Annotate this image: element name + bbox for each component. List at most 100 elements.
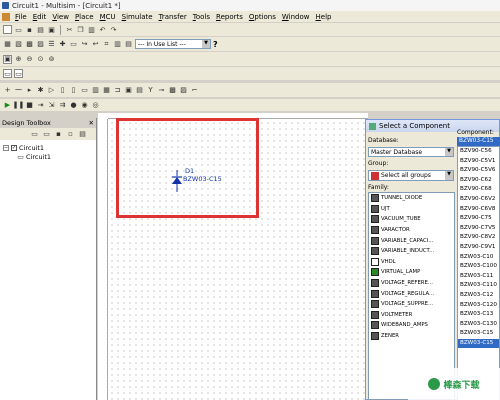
- component-item[interactable]: BZW03-C10: [458, 253, 499, 263]
- component-item[interactable]: BZV90-C5V6: [458, 166, 499, 176]
- component-item[interactable]: BZW03-C13: [458, 310, 499, 320]
- chevron-down-icon[interactable]: ▼: [202, 40, 210, 48]
- pause-icon[interactable]: ❚❚: [13, 101, 25, 110]
- menu-place[interactable]: Place: [72, 13, 97, 21]
- graph-icon[interactable]: ▨: [36, 40, 45, 49]
- menu-window[interactable]: Window: [279, 13, 313, 21]
- tree-item-root[interactable]: − ✓ Circuit1: [3, 143, 93, 152]
- family-item[interactable]: VARIABLE_INDUCT...: [369, 246, 454, 257]
- step-over-icon[interactable]: ⇉: [58, 101, 67, 110]
- menu-mcu[interactable]: MCU: [97, 13, 119, 21]
- postprocessor-icon[interactable]: ✚: [58, 40, 67, 49]
- component-item[interactable]: BZV90-C5V1: [458, 157, 499, 167]
- family-item[interactable]: VHDL: [369, 257, 454, 268]
- group-select[interactable]: Select all groups ▼: [368, 170, 454, 181]
- menu-options[interactable]: Options: [246, 13, 279, 21]
- grid-icon[interactable]: ▦: [3, 40, 12, 49]
- component-search-input[interactable]: BZW03-C15: [457, 137, 500, 146]
- diode-icon[interactable]: ▸: [25, 86, 34, 95]
- component-item[interactable]: BZV90-C6V8: [458, 205, 499, 215]
- family-item[interactable]: VOLTMETER: [369, 310, 454, 321]
- close-icon[interactable]: ✕: [89, 119, 94, 127]
- menu-help[interactable]: Help: [313, 13, 335, 21]
- chevron-down-icon[interactable]: ▼: [445, 171, 453, 180]
- save-icon[interactable]: ▪: [25, 25, 34, 34]
- zoom-fit-icon[interactable]: ▣: [3, 54, 12, 64]
- properties-icon[interactable]: ▤: [78, 130, 87, 139]
- component-item-selected[interactable]: BZW03-C15: [458, 338, 499, 349]
- list-icon[interactable]: ☰: [47, 40, 56, 49]
- open-folder-icon[interactable]: ▭: [14, 25, 23, 34]
- run-icon[interactable]: ▶: [3, 101, 12, 110]
- remove-breakpoints-icon[interactable]: ◎: [91, 101, 100, 110]
- zoom-full-icon[interactable]: ⊚: [47, 55, 56, 64]
- component-item[interactable]: BZW03-C120: [458, 301, 499, 311]
- checkbox-icon[interactable]: ✓: [11, 144, 17, 151]
- component-item[interactable]: BZW03-C12: [458, 291, 499, 301]
- menu-edit[interactable]: Edit: [30, 13, 50, 21]
- family-item[interactable]: VIRTUAL_LAMP: [369, 267, 454, 278]
- help-icon[interactable]: ?: [213, 40, 218, 49]
- component-item[interactable]: BZV90-C9V1: [458, 243, 499, 253]
- component-item[interactable]: BZV90-C7V5: [458, 224, 499, 234]
- family-item[interactable]: VOLTAGE_SUPPRE...: [369, 299, 454, 310]
- hierarchical-block-icon[interactable]: ▨: [179, 86, 188, 95]
- source-icon[interactable]: +: [3, 86, 12, 95]
- system-menu-icon[interactable]: [2, 12, 10, 21]
- rf-icon[interactable]: Y: [146, 86, 155, 95]
- component-item[interactable]: BZW03-C11: [458, 272, 499, 282]
- component-item[interactable]: BZW03-C110: [458, 281, 499, 291]
- component-item[interactable]: BZV90-C75: [458, 214, 499, 224]
- chevron-down-icon[interactable]: ▼: [445, 148, 453, 156]
- component-item[interactable]: BZV90-C6V2: [458, 195, 499, 205]
- family-item[interactable]: VARACTOR: [369, 225, 454, 236]
- open-sheet-icon[interactable]: ▭: [42, 130, 51, 139]
- component-item[interactable]: BZV90-C62: [458, 176, 499, 186]
- family-item[interactable]: VOLTAGE_REGULA...: [369, 288, 454, 299]
- collapse-icon[interactable]: −: [3, 144, 9, 151]
- family-item[interactable]: VOLTAGE_REFERE...: [369, 278, 454, 289]
- component-ref-label[interactable]: D1: [185, 167, 194, 175]
- bus-icon[interactable]: ⌐: [190, 86, 199, 95]
- cut-icon[interactable]: ✂: [65, 25, 74, 34]
- capture-icon[interactable]: ⌗: [102, 40, 111, 49]
- indicator-icon[interactable]: ▦: [102, 86, 111, 95]
- redo-icon[interactable]: ↷: [109, 25, 118, 34]
- menu-file[interactable]: File: [12, 13, 30, 21]
- component-list[interactable]: BZV90-C56 BZV90-C5V1 BZV90-C5V6 BZV90-C6…: [457, 146, 500, 400]
- print-preview-icon[interactable]: ▣: [47, 25, 56, 34]
- database-select[interactable]: Master Database ▼: [368, 147, 454, 157]
- menu-tools[interactable]: Tools: [190, 13, 213, 21]
- family-item[interactable]: VARIABLE_CAPACI...: [369, 235, 454, 246]
- transistor-icon[interactable]: ✱: [36, 86, 45, 95]
- paste-icon[interactable]: ▥: [87, 25, 96, 34]
- basic-icon[interactable]: ⁓: [14, 86, 23, 95]
- stop-icon[interactable]: ■: [25, 101, 34, 110]
- tree-item-child[interactable]: ▭ Circuit1: [3, 152, 93, 161]
- component-item[interactable]: BZV90-C8V2: [458, 233, 499, 243]
- zener-diode-icon[interactable]: [170, 170, 184, 192]
- save-sheet-icon[interactable]: ▪: [54, 130, 63, 139]
- new-file-icon[interactable]: [3, 25, 12, 34]
- power-icon[interactable]: ⊐: [113, 86, 122, 95]
- forward-annotate-icon[interactable]: ↪: [80, 40, 89, 49]
- ttl-icon[interactable]: ▯: [58, 86, 67, 95]
- breakpoint-icon[interactable]: ●: [69, 101, 78, 110]
- menu-view[interactable]: View: [49, 13, 72, 21]
- electrical-rules-icon[interactable]: ▭: [69, 40, 78, 49]
- analog-icon[interactable]: ▷: [47, 86, 56, 95]
- mcu-icon[interactable]: ▩: [168, 86, 177, 95]
- undo-icon[interactable]: ↶: [98, 25, 107, 34]
- family-item[interactable]: TUNNEL_DIODE: [369, 193, 454, 204]
- menu-simulate[interactable]: Simulate: [119, 13, 156, 21]
- toggle-panel-2-icon[interactable]: ▭: [14, 69, 23, 78]
- component-item[interactable]: BZW03-C15: [458, 329, 499, 339]
- component-part-label[interactable]: BZW03-C15: [183, 175, 222, 183]
- zoom-in-icon[interactable]: ⊕: [14, 55, 23, 64]
- toggle-breakpoint-icon[interactable]: ◉: [80, 101, 89, 110]
- component-item[interactable]: BZV90-C56: [458, 147, 499, 157]
- component-item[interactable]: BZW03-C100: [458, 262, 499, 272]
- mixed-icon[interactable]: ▥: [91, 86, 100, 95]
- step-icon[interactable]: ⇥: [36, 101, 45, 110]
- database-icon[interactable]: ▩: [25, 40, 34, 49]
